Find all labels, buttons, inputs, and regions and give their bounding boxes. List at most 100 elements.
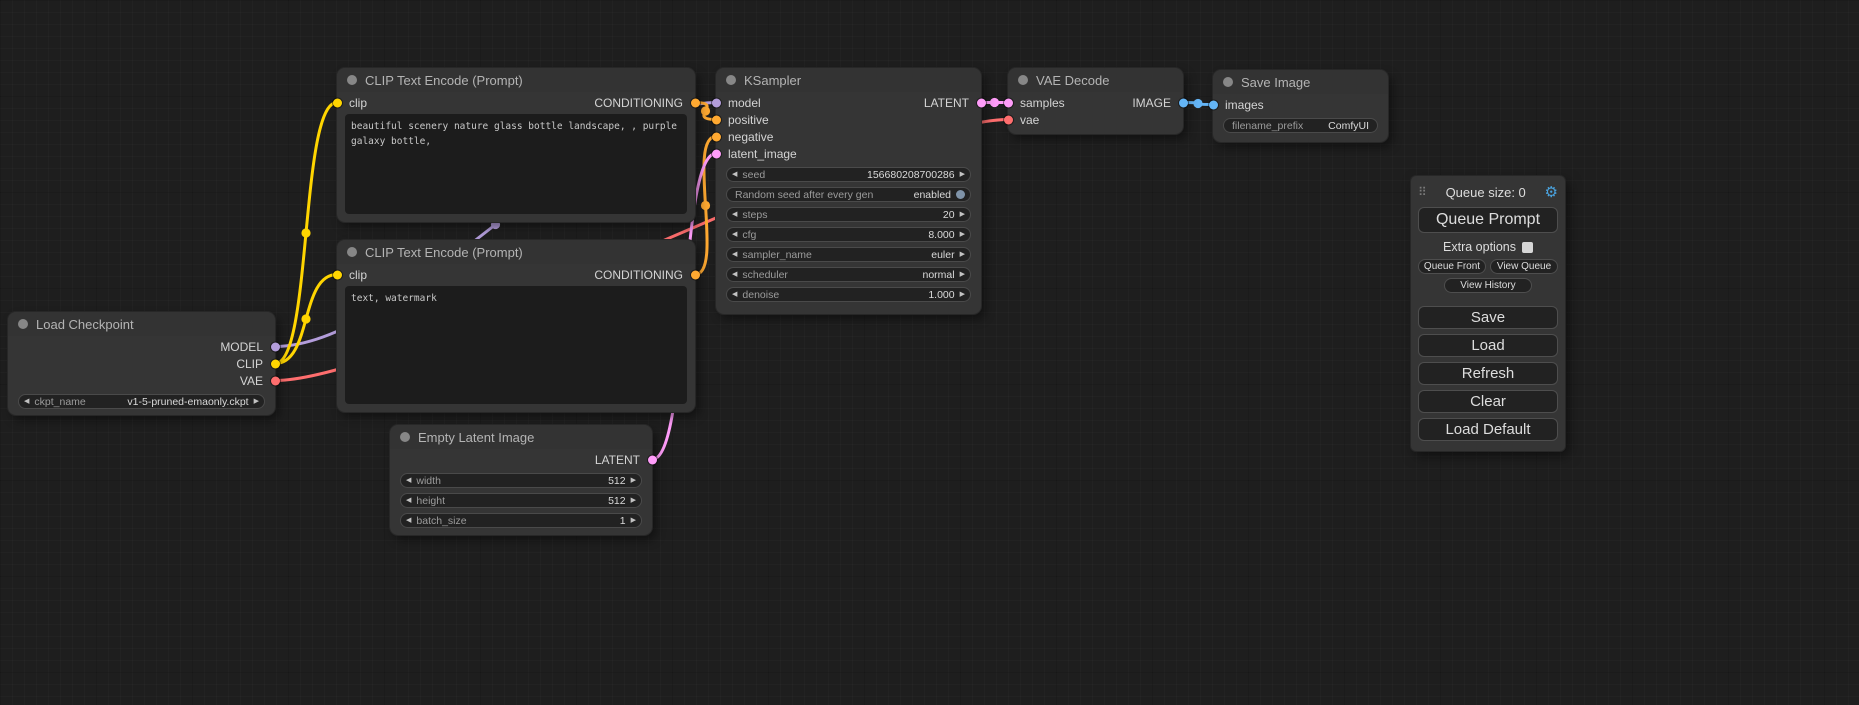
collapse-dot-icon[interactable] <box>347 247 357 257</box>
increment-arrow-icon[interactable]: ▶ <box>626 497 641 504</box>
widget-height[interactable]: ◀ height 512 ▶ <box>400 493 642 508</box>
input-slot-latent-image[interactable] <box>712 149 721 158</box>
increment-arrow-icon[interactable]: ▶ <box>955 231 970 238</box>
output-slot-conditioning[interactable] <box>691 98 700 107</box>
increment-arrow-icon[interactable]: ▶ <box>249 398 264 405</box>
refresh-button[interactable]: Refresh <box>1418 362 1558 385</box>
decrement-arrow-icon[interactable]: ◀ <box>401 517 416 524</box>
increment-arrow-icon[interactable]: ▶ <box>955 271 970 278</box>
widget-steps[interactable]: ◀ steps 20 ▶ <box>726 207 971 222</box>
output-slot-vae[interactable] <box>271 376 280 385</box>
input-slot-clip[interactable] <box>333 98 342 107</box>
node-graph-canvas[interactable]: Load Checkpoint MODEL CLIP VAE ◀ ckpt_na… <box>0 0 1859 705</box>
node-title-bar[interactable]: Load Checkpoint <box>8 312 275 336</box>
input-slot-negative[interactable] <box>712 132 721 141</box>
load-default-button[interactable]: Load Default <box>1418 418 1558 441</box>
node-title-bar[interactable]: Save Image <box>1213 70 1388 94</box>
output-label-latent: LATENT <box>595 453 640 467</box>
input-label-clip: clip <box>349 268 367 282</box>
extra-options-checkbox[interactable] <box>1522 242 1533 253</box>
widget-label: batch_size <box>416 515 466 527</box>
view-queue-button[interactable]: View Queue <box>1490 259 1558 274</box>
widget-width[interactable]: ◀ width 512 ▶ <box>400 473 642 488</box>
node-clip-text-encode-positive[interactable]: CLIP Text Encode (Prompt) clip CONDITION… <box>337 68 695 222</box>
decrement-arrow-icon[interactable]: ◀ <box>401 497 416 504</box>
node-vae-decode[interactable]: VAE Decode samples IMAGE vae <box>1008 68 1183 134</box>
increment-arrow-icon[interactable]: ▶ <box>955 251 970 258</box>
node-load-checkpoint[interactable]: Load Checkpoint MODEL CLIP VAE ◀ ckpt_na… <box>8 312 275 415</box>
input-slot-clip[interactable] <box>333 270 342 279</box>
collapse-dot-icon[interactable] <box>726 75 736 85</box>
node-title-bar[interactable]: KSampler <box>716 68 981 92</box>
node-clip-text-encode-negative[interactable]: CLIP Text Encode (Prompt) clip CONDITION… <box>337 240 695 412</box>
increment-arrow-icon[interactable]: ▶ <box>955 171 970 178</box>
widget-cfg[interactable]: ◀ cfg 8.000 ▶ <box>726 227 971 242</box>
drag-handle-icon[interactable]: ⠿ <box>1418 185 1427 199</box>
queue-prompt-button[interactable]: Queue Prompt <box>1418 207 1558 233</box>
decrement-arrow-icon[interactable]: ◀ <box>727 291 742 298</box>
output-slot-conditioning[interactable] <box>691 270 700 279</box>
widget-denoise[interactable]: ◀ denoise 1.000 ▶ <box>726 287 971 302</box>
node-title-bar[interactable]: Empty Latent Image <box>390 425 652 449</box>
queue-front-button[interactable]: Queue Front <box>1418 259 1486 274</box>
input-label-vae: vae <box>1020 113 1039 127</box>
input-slot-model[interactable] <box>712 98 721 107</box>
prompt-textarea[interactable]: text, watermark <box>345 286 687 404</box>
output-slot-image[interactable] <box>1179 98 1188 107</box>
clear-button[interactable]: Clear <box>1418 390 1558 413</box>
decrement-arrow-icon[interactable]: ◀ <box>727 171 742 178</box>
increment-arrow-icon[interactable]: ▶ <box>626 517 641 524</box>
widget-sampler-name[interactable]: ◀ sampler_name euler ▶ <box>726 247 971 262</box>
increment-arrow-icon[interactable]: ▶ <box>626 477 641 484</box>
widget-label: sampler_name <box>742 249 811 261</box>
decrement-arrow-icon[interactable]: ◀ <box>727 231 742 238</box>
widget-scheduler[interactable]: ◀ scheduler normal ▶ <box>726 267 971 282</box>
node-title-bar[interactable]: CLIP Text Encode (Prompt) <box>337 68 695 92</box>
widget-seed[interactable]: ◀ seed 156680208700286 ▶ <box>726 167 971 182</box>
slot-row: LATENT <box>390 451 652 468</box>
collapse-dot-icon[interactable] <box>1223 77 1233 87</box>
node-ksampler[interactable]: KSampler model LATENT positive negative … <box>716 68 981 314</box>
gear-icon[interactable]: ⚙ <box>1545 183 1558 201</box>
node-save-image[interactable]: Save Image images filename_prefix ComfyU… <box>1213 70 1388 142</box>
node-title-bar[interactable]: VAE Decode <box>1008 68 1183 92</box>
view-history-button[interactable]: View History <box>1444 278 1532 293</box>
widget-label: seed <box>742 169 765 181</box>
decrement-arrow-icon[interactable]: ◀ <box>401 477 416 484</box>
slot-row: vae <box>1008 111 1183 128</box>
increment-arrow-icon[interactable]: ▶ <box>955 211 970 218</box>
output-slot-latent[interactable] <box>977 98 986 107</box>
slot-row: positive <box>716 111 981 128</box>
widget-value: ComfyUI <box>1328 120 1369 132</box>
widget-random-seed-toggle[interactable]: Random seed after every gen enabled <box>726 187 971 202</box>
node-empty-latent-image[interactable]: Empty Latent Image LATENT ◀ width 512 ▶ … <box>390 425 652 535</box>
widget-ckpt-name[interactable]: ◀ ckpt_name v1-5-pruned-emaonly.ckpt ▶ <box>18 394 265 409</box>
input-label-images: images <box>1225 98 1264 112</box>
collapse-dot-icon[interactable] <box>347 75 357 85</box>
node-title-bar[interactable]: CLIP Text Encode (Prompt) <box>337 240 695 264</box>
decrement-arrow-icon[interactable]: ◀ <box>727 211 742 218</box>
input-slot-images[interactable] <box>1209 100 1218 109</box>
collapse-dot-icon[interactable] <box>400 432 410 442</box>
save-button[interactable]: Save <box>1418 306 1558 329</box>
collapse-dot-icon[interactable] <box>18 319 28 329</box>
spacer <box>1418 293 1558 301</box>
widget-filename-prefix[interactable]: filename_prefix ComfyUI <box>1223 118 1378 133</box>
input-slot-samples[interactable] <box>1004 98 1013 107</box>
increment-arrow-icon[interactable]: ▶ <box>955 291 970 298</box>
output-slot-clip[interactable] <box>271 359 280 368</box>
output-label-vae: VAE <box>240 374 263 388</box>
output-slot-latent[interactable] <box>648 455 657 464</box>
widget-batch-size[interactable]: ◀ batch_size 1 ▶ <box>400 513 642 528</box>
collapse-dot-icon[interactable] <box>1018 75 1028 85</box>
input-slot-vae[interactable] <box>1004 115 1013 124</box>
prompt-textarea[interactable]: beautiful scenery nature glass bottle la… <box>345 114 687 214</box>
output-slot-model[interactable] <box>271 342 280 351</box>
decrement-arrow-icon[interactable]: ◀ <box>727 251 742 258</box>
toggle-on-icon[interactable] <box>956 190 965 199</box>
input-slot-positive[interactable] <box>712 115 721 124</box>
load-button[interactable]: Load <box>1418 334 1558 357</box>
decrement-arrow-icon[interactable]: ◀ <box>727 271 742 278</box>
decrement-arrow-icon[interactable]: ◀ <box>19 398 34 405</box>
node-title: CLIP Text Encode (Prompt) <box>365 73 523 88</box>
